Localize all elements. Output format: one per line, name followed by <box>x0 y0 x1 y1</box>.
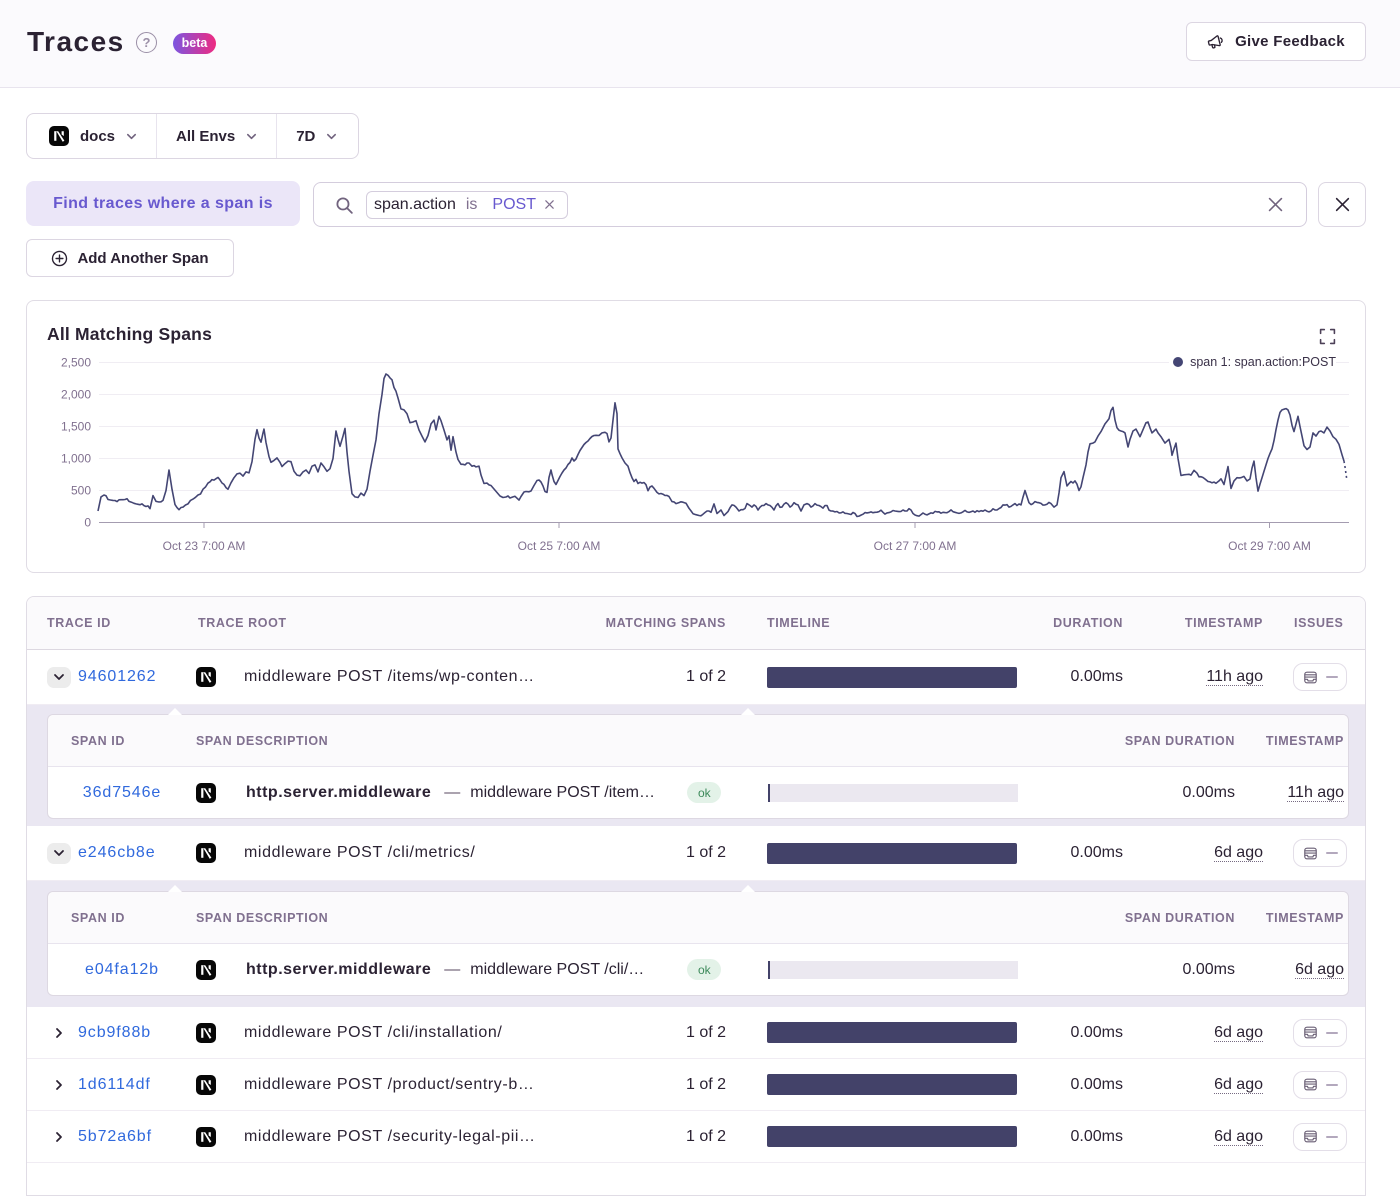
svg-text:500: 500 <box>71 484 91 498</box>
svg-text:Oct 29 7:00 AM: Oct 29 7:00 AM <box>1228 539 1311 553</box>
svg-text:1,000: 1,000 <box>61 452 91 466</box>
svg-text:Oct 27 7:00 AM: Oct 27 7:00 AM <box>874 539 957 553</box>
svg-text:2,000: 2,000 <box>61 388 91 402</box>
svg-text:2,500: 2,500 <box>61 356 91 370</box>
svg-text:Oct 25 7:00 AM: Oct 25 7:00 AM <box>518 539 601 553</box>
svg-text:0: 0 <box>84 516 91 530</box>
svg-text:Oct 23 7:00 AM: Oct 23 7:00 AM <box>163 539 246 553</box>
svg-text:1,500: 1,500 <box>61 420 91 434</box>
